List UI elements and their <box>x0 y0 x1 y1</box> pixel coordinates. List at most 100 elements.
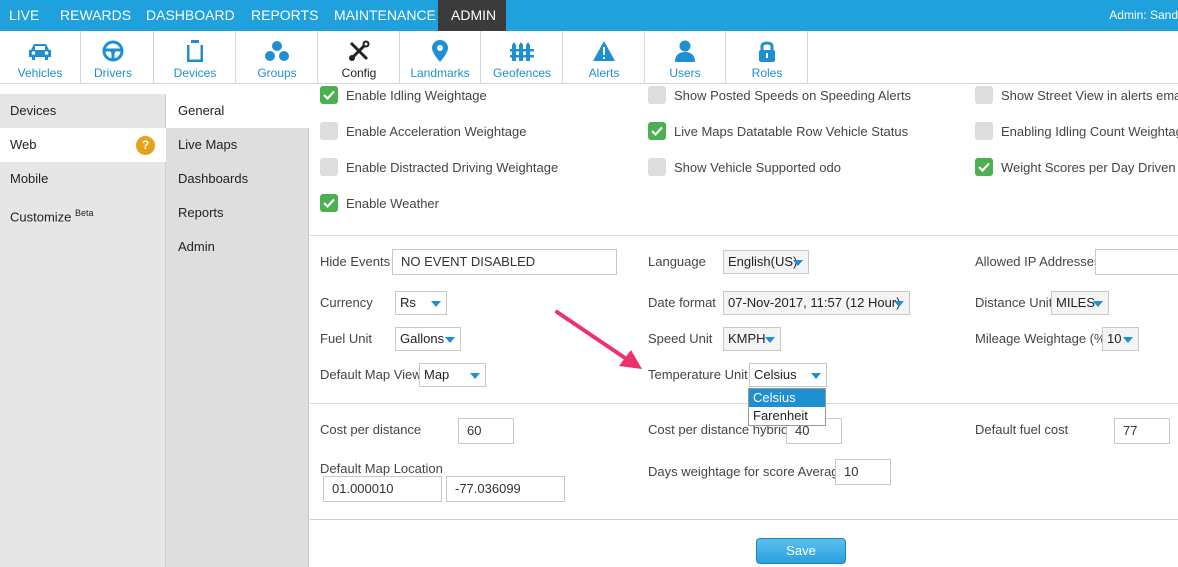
checkbox-box[interactable] <box>975 158 993 176</box>
checkbox-box[interactable] <box>320 194 338 212</box>
checkbox-distracted-driving-weightage[interactable]: Enable Distracted Driving Weightage <box>320 157 558 177</box>
map-pin-icon <box>400 39 480 63</box>
temperature-unit-dropdown: Celsius Farenheit <box>748 388 826 426</box>
checkbox-vehicle-supported-odo[interactable]: Show Vehicle Supported odo <box>648 157 841 177</box>
nav-live[interactable]: LIVE <box>0 0 48 31</box>
checkbox-box[interactable] <box>320 86 338 104</box>
chevron-down-icon <box>811 373 821 379</box>
nav-reports[interactable]: REPORTS <box>242 0 327 31</box>
default-map-view-label: Default Map View <box>320 367 422 382</box>
menu-web[interactable]: Web ? <box>0 128 166 162</box>
checkbox-label: Show Vehicle Supported odo <box>674 159 841 175</box>
general-settings-panel: Enable Idling Weightage Show Posted Spee… <box>310 85 1178 567</box>
checkbox-box[interactable] <box>648 122 666 140</box>
tile-drivers[interactable]: Drivers <box>73 31 154 84</box>
checkbox-label: Enable Distracted Driving Weightage <box>346 159 559 175</box>
chevron-down-icon <box>894 301 904 307</box>
top-nav: LIVE REWARDS DASHBOARD REPORTS MAINTENAN… <box>0 0 1178 31</box>
checkbox-box[interactable] <box>320 158 338 176</box>
checkbox-box[interactable] <box>648 158 666 176</box>
save-button[interactable]: Save <box>756 538 846 564</box>
distance-unit-select[interactable]: MILES <box>1051 291 1109 315</box>
hide-events-input[interactable]: NO EVENT DISABLED <box>392 249 617 275</box>
date-format-select[interactable]: 07-Nov-2017, 11:57 (12 Hour) <box>723 291 910 315</box>
cost-per-distance-input[interactable]: 60 <box>458 418 514 444</box>
cost-per-distance-label: Cost per distance <box>320 422 422 437</box>
checkbox-enable-weather[interactable]: Enable Weather <box>320 193 439 213</box>
submenu-general[interactable]: General <box>166 94 309 128</box>
checkbox-idling-count-weightage[interactable]: Enabling Idling Count Weightage <box>975 121 1178 141</box>
tile-groups[interactable]: Groups <box>237 31 318 84</box>
tile-roles[interactable]: Roles <box>727 31 808 84</box>
checkmark-icon <box>323 90 335 100</box>
checkbox-show-posted-speeds[interactable]: Show Posted Speeds on Speeding Alerts <box>648 85 911 105</box>
default-fuel-cost-input[interactable]: 77 <box>1114 418 1170 444</box>
option-farenheit[interactable]: Farenheit <box>749 407 825 425</box>
submenu-admin[interactable]: Admin <box>166 230 309 264</box>
speed-unit-select[interactable]: KMPH <box>723 327 781 351</box>
web-subsection-menu: General Live Maps Dashboards Reports Adm… <box>166 94 309 567</box>
chevron-down-icon <box>470 373 480 379</box>
checkbox-enable-idling-weightage[interactable]: Enable Idling Weightage <box>320 85 487 105</box>
tile-devices[interactable]: Devices <box>155 31 236 84</box>
settings-category-menu: Devices Web ? Mobile Customize Beta <box>0 94 166 567</box>
menu-label: Reports <box>178 205 224 220</box>
latitude-input[interactable]: 01.000010 <box>323 476 442 502</box>
menu-customize[interactable]: Customize Beta <box>0 196 166 230</box>
allowed-ip-input[interactable] <box>1095 249 1178 275</box>
groups-icon <box>237 39 317 63</box>
submenu-live-maps[interactable]: Live Maps <box>166 128 309 162</box>
section-divider <box>310 403 1178 404</box>
user-icon <box>645 39 725 63</box>
checkbox-box[interactable] <box>320 122 338 140</box>
hide-events-label: Hide Events <box>320 254 391 269</box>
admin-user-label[interactable]: Admin: Sand <box>1109 0 1178 31</box>
currency-select[interactable]: Rs <box>395 291 447 315</box>
checkbox-box[interactable] <box>975 122 993 140</box>
checkbox-label: Enable Acceleration Weightage <box>346 123 527 139</box>
nav-dashboard[interactable]: DASHBOARD <box>137 0 244 31</box>
checkbox-box[interactable] <box>975 86 993 104</box>
tools-icon <box>319 39 399 63</box>
tile-alerts[interactable]: Alerts <box>564 31 645 84</box>
temperature-unit-select[interactable]: Celsius <box>749 363 827 387</box>
checkbox-weight-scores-per-day[interactable]: Weight Scores per Day Driven <box>975 157 1176 177</box>
nav-admin[interactable]: ADMIN <box>438 0 506 31</box>
option-celsius[interactable]: Celsius <box>749 389 825 407</box>
checkbox-show-street-view[interactable]: Show Street View in alerts email <box>975 85 1178 105</box>
select-value: Map <box>424 367 450 382</box>
menu-label: Devices <box>10 103 57 118</box>
lock-icon <box>727 39 807 63</box>
submenu-reports[interactable]: Reports <box>166 196 309 230</box>
language-select[interactable]: English(US) <box>723 250 809 274</box>
tile-config[interactable]: Config <box>319 31 400 84</box>
tile-label: Landmarks <box>410 66 470 80</box>
tile-users[interactable]: Users <box>645 31 726 84</box>
temperature-unit-label: Temperature Unit <box>648 367 748 382</box>
checkbox-live-maps-row-status[interactable]: Live Maps Datatable Row Vehicle Status <box>648 121 908 141</box>
menu-mobile[interactable]: Mobile <box>0 162 166 196</box>
menu-devices[interactable]: Devices <box>0 94 166 128</box>
tile-vehicles[interactable]: Vehicles <box>0 31 81 84</box>
submenu-dashboards[interactable]: Dashboards <box>166 162 309 196</box>
nav-rewards[interactable]: REWARDS <box>51 0 140 31</box>
tile-label: Alerts <box>588 66 620 80</box>
checkbox-enable-acceleration-weightage[interactable]: Enable Acceleration Weightage <box>320 121 526 141</box>
tile-geofences[interactable]: Geofences <box>482 31 563 84</box>
select-value: Gallons <box>400 331 445 346</box>
select-value: Celsius <box>754 367 797 382</box>
tile-landmarks[interactable]: Landmarks <box>400 31 481 84</box>
days-weightage-input[interactable]: 10 <box>835 459 891 485</box>
help-icon[interactable]: ? <box>136 136 155 155</box>
fence-icon <box>482 39 562 63</box>
checkbox-box[interactable] <box>648 86 666 104</box>
mileage-weightage-select[interactable]: 10 <box>1102 327 1139 351</box>
longitude-input[interactable]: -77.036099 <box>446 476 565 502</box>
default-map-view-select[interactable]: Map <box>419 363 486 387</box>
beta-badge: Beta <box>75 208 94 218</box>
checkmark-icon <box>323 198 335 208</box>
nav-maintenance[interactable]: MAINTENANCE <box>325 0 445 31</box>
menu-label: Admin <box>178 239 215 254</box>
fuel-unit-select[interactable]: Gallons <box>395 327 461 351</box>
menu-label: Customize <box>10 209 72 225</box>
